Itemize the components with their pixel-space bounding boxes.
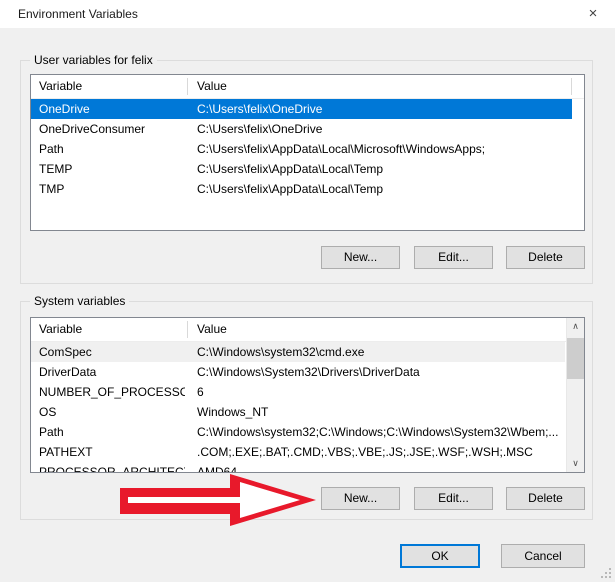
table-row-temp[interactable]: TEMP C:\Users\felix\AppData\Local\Temp [31, 159, 584, 179]
system-delete-button[interactable]: Delete [506, 487, 585, 510]
variable-name: Path [39, 422, 185, 442]
close-icon[interactable]: × [577, 2, 609, 26]
table-row-onedriveconsumer[interactable]: OneDriveConsumer C:\Users\felix\OneDrive [31, 119, 584, 139]
table-row-processor-architecture[interactable]: PROCESSOR_ARCHITECTURE AMD64 [31, 462, 584, 473]
user-table-header[interactable]: Variable Value [31, 75, 584, 99]
title-bar: Environment Variables × [0, 0, 615, 28]
variable-value: C:\Users\felix\AppData\Local\Microsoft\W… [197, 139, 582, 159]
user-variables-group-label: User variables for felix [30, 53, 157, 67]
column-header-value[interactable]: Value [197, 322, 227, 336]
user-new-button[interactable]: New... [321, 246, 400, 269]
scroll-up-icon[interactable]: ∧ [567, 318, 584, 335]
variable-value: 6 [197, 382, 582, 402]
table-row-onedrive[interactable]: OneDrive C:\Users\felix\OneDrive [31, 99, 572, 119]
variable-value: C:\Users\felix\OneDrive [197, 99, 570, 119]
variable-value: C:\Windows\System32\Drivers\DriverData [197, 362, 582, 382]
column-header-variable[interactable]: Variable [39, 79, 82, 93]
variable-name: PATHEXT [39, 442, 185, 462]
variable-value: C:\Users\felix\OneDrive [197, 119, 582, 139]
scrollbar-thumb[interactable] [567, 338, 584, 379]
variable-value: AMD64 [197, 462, 582, 473]
variable-name: Path [39, 139, 185, 159]
variable-name: OneDriveConsumer [39, 119, 185, 139]
system-variables-group-label: System variables [30, 294, 129, 308]
variable-value: C:\Windows\system32;C:\Windows;C:\Window… [197, 422, 582, 442]
variable-name: ComSpec [39, 342, 185, 362]
variable-value: .COM;.EXE;.BAT;.CMD;.VBS;.VBE;.JS;.JSE;.… [197, 442, 582, 462]
table-row-driverdata[interactable]: DriverData C:\Windows\System32\Drivers\D… [31, 362, 584, 382]
table-row-comspec[interactable]: ComSpec C:\Windows\system32\cmd.exe [31, 342, 565, 362]
cancel-button[interactable]: Cancel [501, 544, 585, 568]
resize-grip-icon[interactable] [600, 567, 612, 579]
ok-button[interactable]: OK [400, 544, 480, 568]
variable-value: Windows_NT [197, 402, 582, 422]
table-row-tmp[interactable]: TMP C:\Users\felix\AppData\Local\Temp [31, 179, 584, 199]
variable-name: OS [39, 402, 185, 422]
system-new-button[interactable]: New... [321, 487, 400, 510]
system-table-header[interactable]: Variable Value [31, 318, 584, 342]
variable-name: OneDrive [39, 99, 185, 119]
variable-value: C:\Users\felix\AppData\Local\Temp [197, 179, 582, 199]
column-header-variable[interactable]: Variable [39, 322, 82, 336]
variable-name: TEMP [39, 159, 185, 179]
column-divider[interactable] [187, 78, 188, 95]
table-row-pathext[interactable]: PATHEXT .COM;.EXE;.BAT;.CMD;.VBS;.VBE;.J… [31, 442, 584, 462]
variable-name: NUMBER_OF_PROCESSORS [39, 382, 185, 402]
column-header-value[interactable]: Value [197, 79, 227, 93]
table-row-number-of-processors[interactable]: NUMBER_OF_PROCESSORS 6 [31, 382, 584, 402]
user-delete-button[interactable]: Delete [506, 246, 585, 269]
variable-value: C:\Users\felix\AppData\Local\Temp [197, 159, 582, 179]
column-divider[interactable] [187, 321, 188, 338]
column-divider[interactable] [571, 78, 572, 95]
user-variables-table[interactable]: Variable Value OneDrive C:\Users\felix\O… [30, 74, 585, 231]
variable-value: C:\Windows\system32\cmd.exe [197, 342, 563, 362]
window-title: Environment Variables [18, 7, 138, 21]
scroll-down-icon[interactable]: ∨ [567, 455, 584, 472]
system-edit-button[interactable]: Edit... [414, 487, 493, 510]
table-row-path[interactable]: Path C:\Users\felix\AppData\Local\Micros… [31, 139, 584, 159]
variable-name: PROCESSOR_ARCHITECTURE [39, 462, 185, 473]
table-row-os[interactable]: OS Windows_NT [31, 402, 584, 422]
variable-name: DriverData [39, 362, 185, 382]
system-variables-table[interactable]: Variable Value ComSpec C:\Windows\system… [30, 317, 585, 473]
table-row-path[interactable]: Path C:\Windows\system32;C:\Windows;C:\W… [31, 422, 584, 442]
variable-name: TMP [39, 179, 185, 199]
vertical-scrollbar[interactable]: ∧ ∨ [566, 318, 584, 472]
user-edit-button[interactable]: Edit... [414, 246, 493, 269]
